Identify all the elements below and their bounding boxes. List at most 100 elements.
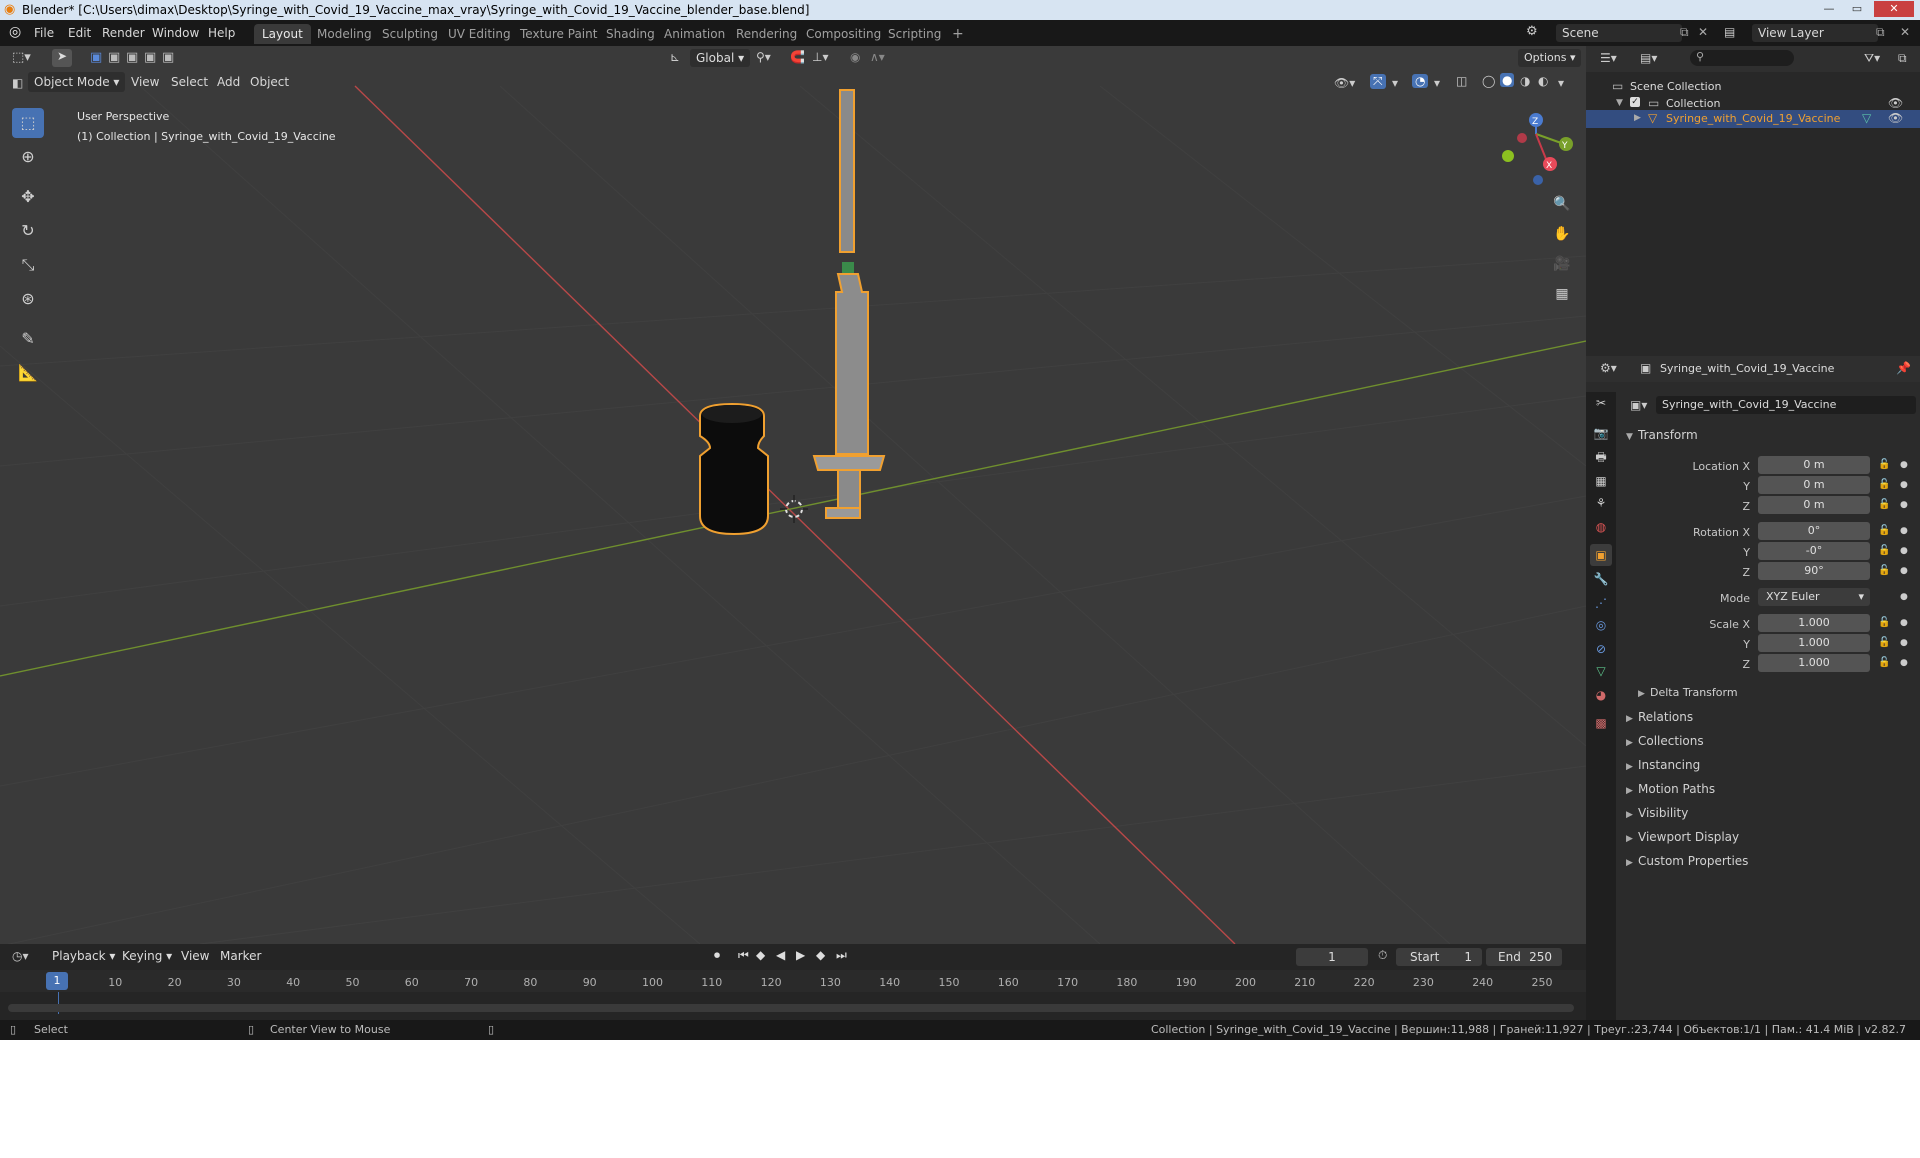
scale-y-lock-icon[interactable]: 🔓 [1878,637,1890,648]
perspective-toggle-icon[interactable]: ▦ [1548,280,1576,308]
rotation-y-field[interactable]: -0° [1758,542,1870,560]
playback-menu[interactable]: Playback ▾ [52,949,115,963]
new-scene-icon[interactable]: ⧉ [1680,25,1689,40]
tab-rendering[interactable]: Rendering [728,24,805,44]
minimize-button[interactable]: — [1816,1,1842,17]
scale-x-field[interactable]: 1.000 [1758,614,1870,632]
outliner-collection[interactable]: Collection [1666,97,1720,110]
scene-icon[interactable]: ⚙ [1526,24,1538,39]
options-dropdown[interactable]: Options ▾ [1518,49,1582,67]
measure-tool-icon[interactable]: 📐 [12,358,44,388]
jump-end-icon[interactable]: ⏭ [836,948,847,963]
timeline-editor-type-icon[interactable]: ◷▾ [12,949,29,963]
location-x-keyframe-icon[interactable]: ● [1900,460,1908,470]
delta-transform-subpanel[interactable]: ▶ Delta Transform [1638,686,1738,699]
mode-icon[interactable]: ◧ [12,76,23,90]
menu-file[interactable]: File [34,26,54,40]
tab-shading[interactable]: Shading [598,24,663,44]
viewport-display-panel-header[interactable]: ▶ Viewport Display [1626,830,1739,844]
record-icon[interactable]: ⏺ [714,948,720,963]
menu-window[interactable]: Window [152,26,199,40]
transform-orientation-icon[interactable]: ⊾ [670,50,680,64]
object-mode-dropdown[interactable]: Object Mode ▾ [28,72,126,92]
tab-modeling[interactable]: Modeling [309,24,380,44]
scale-z-keyframe-icon[interactable]: ● [1900,658,1908,668]
prev-keyframe-icon[interactable]: ◆ [756,948,765,962]
render-tab-icon[interactable]: 📷 [1590,422,1612,444]
rotation-z-keyframe-icon[interactable]: ● [1900,566,1908,576]
rotation-y-keyframe-icon[interactable]: ● [1900,546,1908,556]
texture-tab-icon[interactable]: ▩ [1590,712,1612,734]
play-reverse-icon[interactable]: ◀ [776,948,785,962]
zoom-icon[interactable]: 🔍 [1548,190,1576,218]
location-y-field[interactable]: 0 m [1758,476,1870,494]
frame-ruler[interactable]: 10 20 30 40 50 60 70 80 90 100 110 120 130 140 150 160 1… [0,970,1586,992]
viewport-menu-view[interactable]: View [131,72,159,92]
outliner-scene-collection[interactable]: Scene Collection [1630,80,1721,93]
collection-checkbox[interactable]: ✓ [1630,97,1640,107]
object-name-field[interactable]: Syringe_with_Covid_19_Vaccine [1656,396,1916,414]
tool-tab-icon[interactable]: ✂ [1590,392,1612,414]
filter-icon[interactable]: ⛛▾ [1864,51,1880,66]
rotation-y-lock-icon[interactable]: 🔓 [1878,545,1890,556]
editor-type-icon[interactable]: ⬚▾ [12,50,31,65]
tab-compositing[interactable]: Compositing [798,24,889,44]
scale-tool-icon[interactable]: ⤡ [12,250,44,280]
pivot-point-icon[interactable]: ⚲▾ [756,50,771,64]
timeline-scrollbar[interactable] [8,1004,1574,1012]
outliner-search-input[interactable]: ⚲ [1690,50,1794,66]
annotate-tool-icon[interactable]: ✎ [12,324,44,354]
outliner-editor-type-icon[interactable]: ☰▾ [1600,51,1617,65]
transform-tool-icon[interactable]: ⊛ [12,284,44,314]
gizmo-toggle-icon[interactable]: ⤧ [1370,74,1386,89]
pan-hand-icon[interactable]: ✋ [1548,220,1576,248]
rendered-shading-icon[interactable]: ◐ [1538,74,1548,88]
proportional-edit-icon[interactable]: ◉ [850,50,860,64]
custom-properties-panel-header[interactable]: ▶ Custom Properties [1626,854,1748,868]
scale-x-lock-icon[interactable]: 🔓 [1878,617,1890,628]
visibility-panel-header[interactable]: ▶ Visibility [1626,806,1688,820]
relations-panel-header[interactable]: ▶ Relations [1626,710,1693,724]
wireframe-shading-icon[interactable]: ◯ [1482,74,1495,88]
delete-view-layer-icon[interactable]: ✕ [1900,25,1910,39]
timeline-menu-marker[interactable]: Marker [220,949,261,963]
scale-y-keyframe-icon[interactable]: ● [1900,638,1908,648]
rotation-mode-keyframe-icon[interactable]: ● [1900,592,1908,602]
scene-field[interactable]: Scene [1556,24,1682,42]
tab-layout[interactable]: Layout [254,24,311,44]
xray-icon[interactable]: ◫ [1456,74,1467,88]
select-invert-mode-icon[interactable]: ▣ [144,50,156,65]
vaccine-vial[interactable] [699,402,769,536]
play-icon[interactable]: ▶ [796,948,805,962]
rotation-z-field[interactable]: 90° [1758,562,1870,580]
rotation-mode-dropdown[interactable]: XYZ Euler ▾ [1758,588,1870,606]
tab-texture-paint[interactable]: Texture Paint [512,24,605,44]
location-z-lock-icon[interactable]: 🔓 [1878,499,1890,510]
select-box-mode-icon[interactable]: ▣ [90,50,102,65]
collections-panel-header[interactable]: ▶ Collections [1626,734,1704,748]
viewport-menu-object[interactable]: Object [250,72,289,92]
properties-editor-type-icon[interactable]: ⚙▾ [1600,361,1617,375]
object-visibility-icon[interactable]: 👁 [1888,111,1903,125]
display-mode-icon[interactable]: ▤▾ [1640,51,1657,65]
object-datablock-icon[interactable]: ▣▾ [1630,398,1647,412]
location-z-keyframe-icon[interactable]: ● [1900,500,1908,510]
next-keyframe-icon[interactable]: ◆ [816,948,825,962]
object-expand-icon[interactable]: ▶ [1634,113,1641,123]
shading-dropdown-icon[interactable]: ▾ [1558,76,1564,90]
maximize-button[interactable]: ▭ [1844,1,1870,17]
outliner-object-row[interactable]: ▶ ▽ Syringe_with_Covid_19_Vaccine ▽ 👁 [1586,110,1920,128]
select-subtract-mode-icon[interactable]: ▣ [126,50,138,65]
gizmo-dropdown-icon[interactable]: ▾ [1392,76,1398,90]
overlay-dropdown-icon[interactable]: ▾ [1434,76,1440,90]
collection-expand-icon[interactable]: ▼ [1616,98,1623,108]
material-shading-icon[interactable]: ◑ [1520,74,1530,88]
3d-viewport[interactable]: Z Y X ⬚▾ ➤ ▣ ▣ ▣ ▣ ▣ ⊾ Global ▾ ⚲▾ 🧲 ⊥▾ … [0,46,1586,944]
add-workspace-button[interactable]: + [944,24,972,44]
location-x-field[interactable]: 0 m [1758,456,1870,474]
collection-visibility-icon[interactable]: 👁 [1888,96,1903,110]
tab-uv-editing[interactable]: UV Editing [440,24,519,44]
view-layer-field[interactable]: View Layer [1752,24,1878,42]
end-frame-field[interactable]: End 250 [1486,948,1562,966]
scale-y-field[interactable]: 1.000 [1758,634,1870,652]
